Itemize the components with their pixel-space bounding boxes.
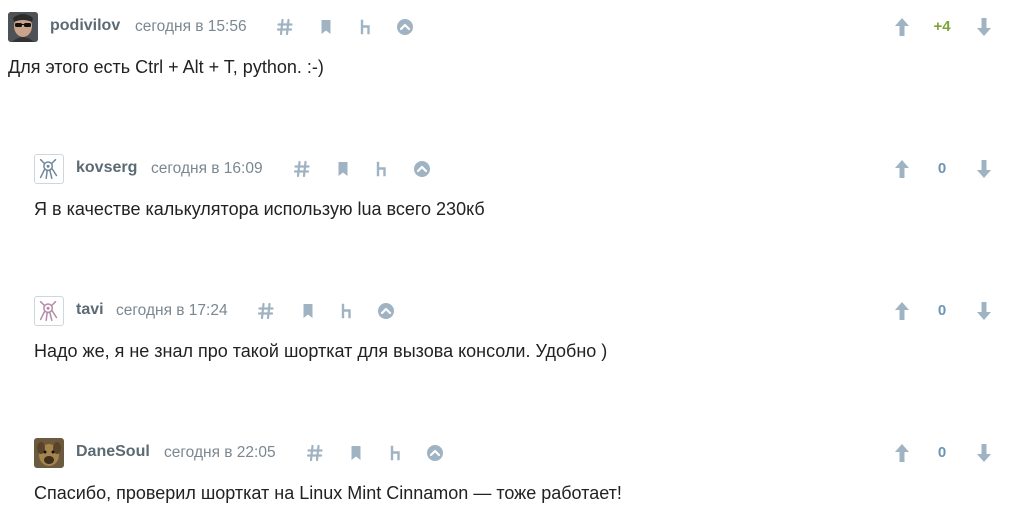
comment-text: Спасибо, проверил шорткат на Linux Mint … — [34, 483, 622, 503]
hash-link-icon[interactable] — [306, 444, 324, 462]
hash-link-icon[interactable] — [257, 302, 275, 320]
bookmark-icon[interactable] — [347, 444, 365, 462]
comment-time[interactable]: сегодня в 16:09 — [151, 160, 263, 178]
vote-down-icon[interactable] — [975, 158, 993, 180]
photo-face-icon — [8, 12, 38, 42]
comment-time[interactable]: сегодня в 15:56 — [135, 18, 247, 36]
vote-up-icon[interactable] — [893, 16, 911, 38]
hash-link-icon[interactable] — [293, 160, 311, 178]
comment-header: kovserg сегодня в 16:09 0 — [0, 154, 1023, 184]
parent-comment-icon[interactable] — [357, 18, 375, 36]
hash-link-icon[interactable] — [276, 18, 294, 36]
comment-text: Для этого есть Ctrl + Alt + T, python. :… — [8, 57, 324, 77]
comment-text: Я в качестве калькулятора использую lua … — [34, 199, 485, 219]
bookmark-icon[interactable] — [334, 160, 352, 178]
avatar[interactable] — [8, 12, 38, 42]
default-avatar-icon — [35, 297, 63, 325]
photo-animal-icon — [34, 438, 64, 468]
comment-time[interactable]: сегодня в 17:24 — [116, 302, 228, 320]
scroll-up-icon[interactable] — [396, 18, 414, 36]
bookmark-icon[interactable] — [299, 302, 317, 320]
author-name[interactable]: podivilov — [50, 17, 120, 35]
avatar[interactable] — [34, 154, 64, 184]
default-avatar-icon — [35, 155, 63, 183]
comment-header: DaneSoul сегодня в 22:05 0 — [0, 438, 1023, 468]
bookmark-icon[interactable] — [317, 18, 335, 36]
avatar[interactable] — [34, 438, 64, 468]
avatar[interactable] — [34, 296, 64, 326]
comment-score: 0 — [937, 444, 947, 461]
vote-down-icon[interactable] — [975, 16, 993, 38]
author-name[interactable]: DaneSoul — [76, 443, 150, 461]
parent-comment-icon[interactable] — [338, 302, 356, 320]
comment-score: +4 — [933, 18, 951, 35]
comment-header: tavi сегодня в 17:24 0 — [0, 296, 1023, 326]
comment-time[interactable]: сегодня в 22:05 — [164, 444, 276, 462]
parent-comment-icon[interactable] — [373, 160, 391, 178]
scroll-up-icon[interactable] — [377, 302, 395, 320]
vote-up-icon[interactable] — [893, 300, 911, 322]
author-name[interactable]: kovserg — [76, 159, 137, 177]
vote-down-icon[interactable] — [975, 300, 993, 322]
comment-header: podivilov сегодня в 15:56 +4 — [0, 12, 1023, 42]
comment-score: 0 — [937, 160, 947, 177]
parent-comment-icon[interactable] — [387, 444, 405, 462]
vote-down-icon[interactable] — [975, 442, 993, 464]
scroll-up-icon[interactable] — [413, 160, 431, 178]
vote-up-icon[interactable] — [893, 442, 911, 464]
scroll-up-icon[interactable] — [426, 444, 444, 462]
comment-score: 0 — [937, 302, 947, 319]
author-name[interactable]: tavi — [76, 301, 104, 319]
vote-up-icon[interactable] — [893, 158, 911, 180]
comment-text: Надо же, я не знал про такой шорткат для… — [34, 341, 608, 361]
